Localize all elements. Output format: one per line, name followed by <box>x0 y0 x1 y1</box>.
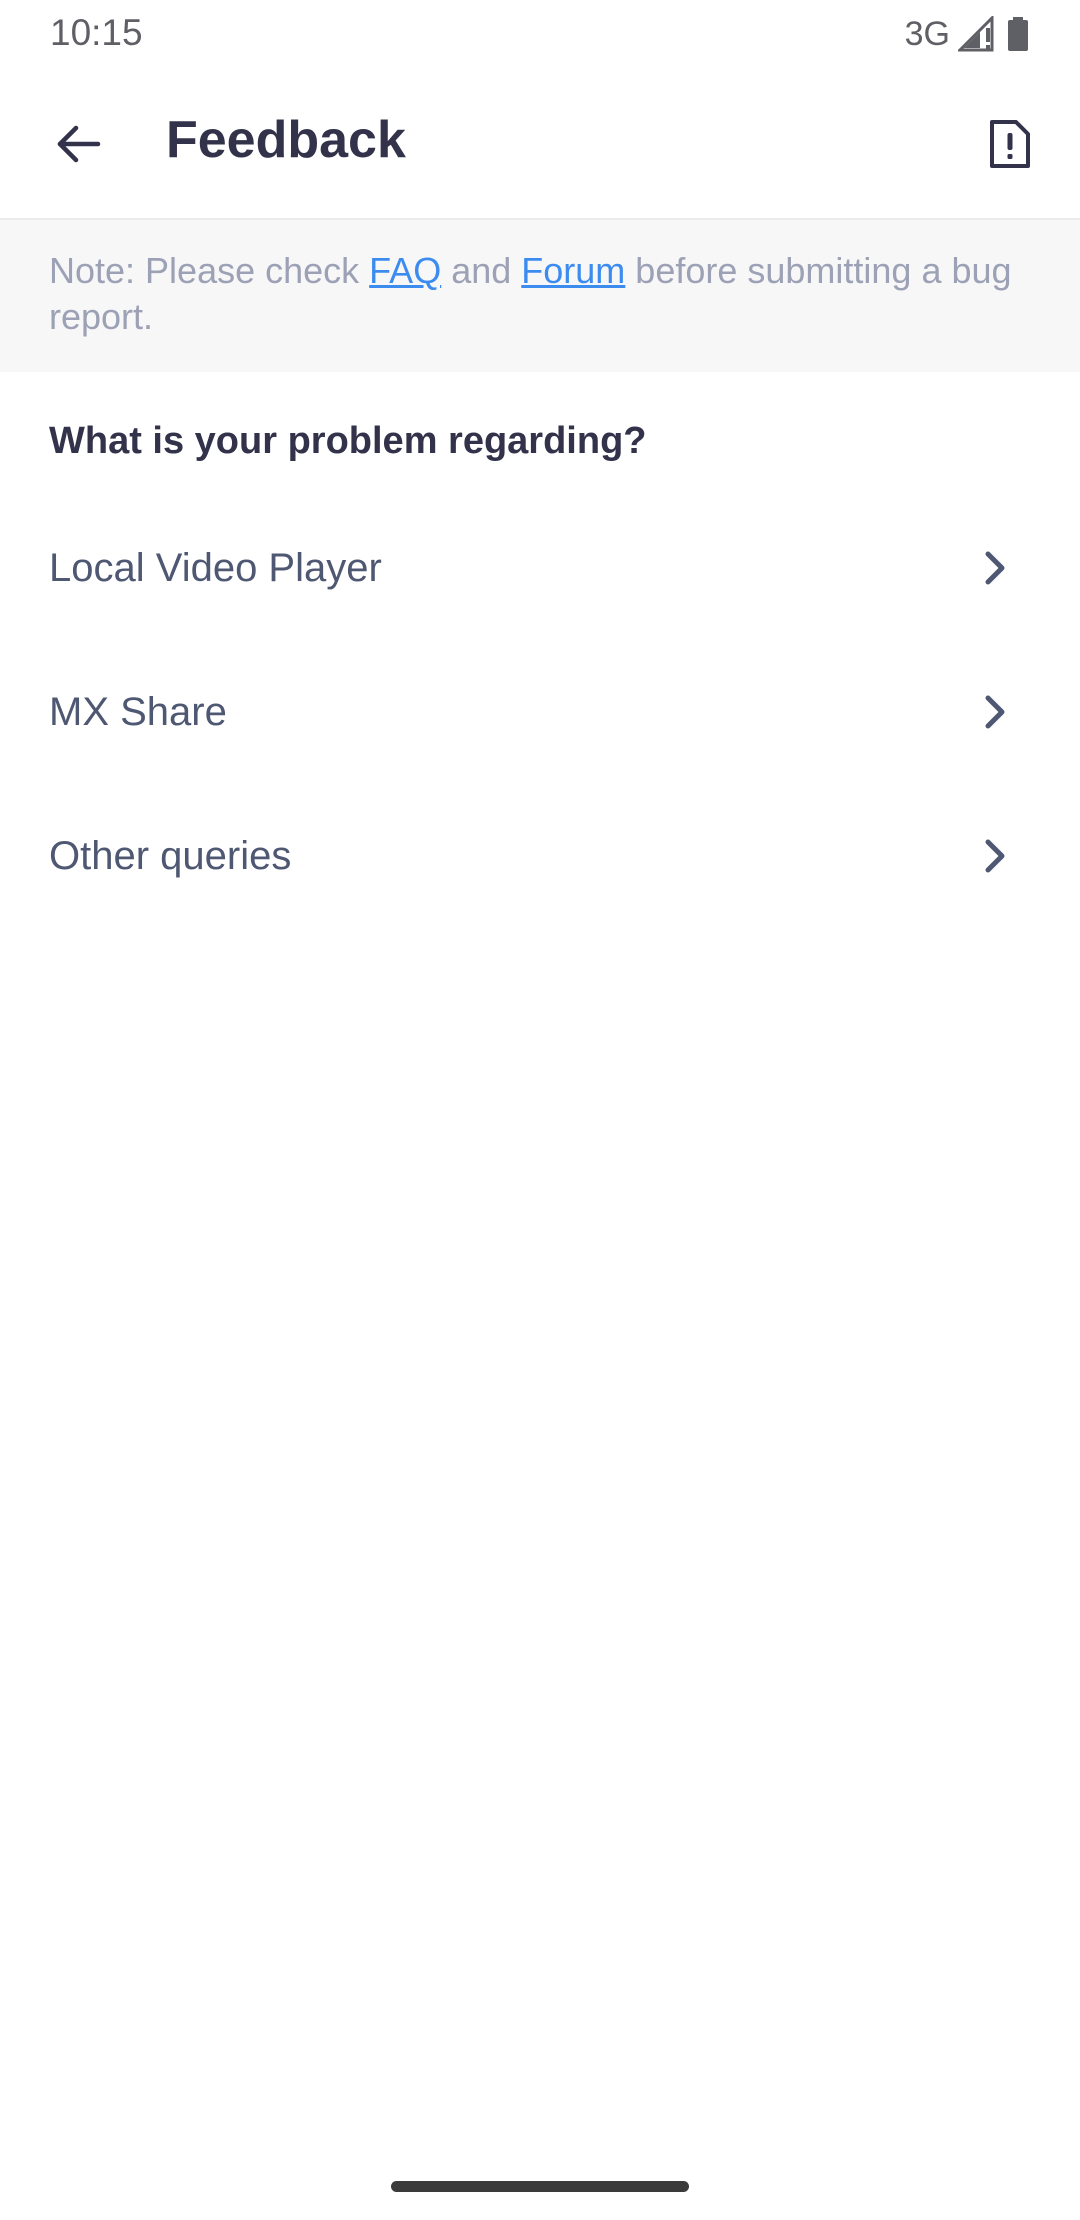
status-bar: 10:15 3G <box>0 0 1080 66</box>
status-time: 10:15 <box>50 12 143 53</box>
option-local-video-player[interactable]: Local Video Player <box>0 496 1080 640</box>
home-indicator[interactable] <box>391 2181 689 2192</box>
report-document-icon <box>988 118 1032 175</box>
option-label: MX Share <box>49 689 227 734</box>
faq-link[interactable]: FAQ <box>369 250 441 291</box>
arrow-back-icon <box>54 120 102 173</box>
report-button[interactable] <box>970 106 1050 186</box>
option-other-queries[interactable]: Other queries <box>0 784 1080 928</box>
back-button[interactable] <box>38 106 118 186</box>
battery-icon <box>1006 16 1030 52</box>
forum-link[interactable]: Forum <box>521 250 625 291</box>
chevron-right-icon <box>974 690 1018 734</box>
chevron-right-icon <box>974 546 1018 590</box>
chevron-right-icon <box>974 834 1018 878</box>
signal-icon <box>958 16 998 52</box>
page-title: Feedback <box>166 111 406 169</box>
toolbar: Feedback <box>0 66 1080 220</box>
question-heading: What is your problem regarding? <box>49 420 647 462</box>
option-mx-share[interactable]: MX Share <box>0 640 1080 784</box>
note-prefix: Note: Please check <box>49 250 370 291</box>
options-list: Local Video Player MX Share Other querie… <box>0 496 1080 928</box>
option-label: Local Video Player <box>49 545 382 590</box>
status-indicators: 3G <box>905 12 1030 56</box>
network-type: 3G <box>904 14 950 53</box>
note-banner: Note: Please check FAQ and Forum before … <box>0 220 1080 372</box>
option-label: Other queries <box>49 833 292 878</box>
note-middle: and <box>441 250 522 291</box>
